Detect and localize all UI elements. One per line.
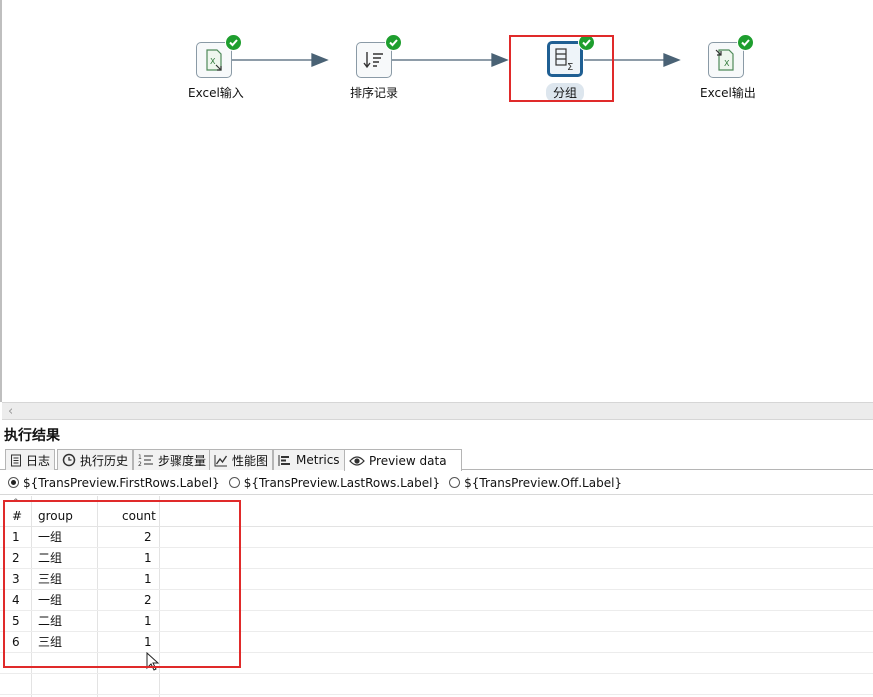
radio-label: ${TransPreview.Off.Label}	[464, 475, 623, 490]
tab-label: 执行历史	[80, 453, 129, 468]
radio-off[interactable]: ${TransPreview.Off.Label}	[449, 476, 622, 490]
radio-selected-indicator	[8, 477, 19, 488]
tab-label: Preview data	[369, 453, 447, 468]
radio-last-rows[interactable]: ${TransPreview.LastRows.Label}	[228, 475, 441, 490]
canvas-horizontal-scrollbar[interactable]: ‹	[2, 402, 873, 420]
step-ok-check-icon	[737, 34, 754, 51]
step-metrics-icon: 12	[138, 453, 154, 467]
log-icon	[10, 454, 22, 467]
tab-label: Metrics	[296, 453, 340, 467]
step-label-excel-input[interactable]: Excel输入	[188, 84, 244, 101]
grid-highlight-box	[3, 500, 241, 668]
hop-arrow-1	[311, 53, 329, 67]
svg-text:2: 2	[138, 461, 142, 467]
scroll-left-icon[interactable]: ‹	[8, 404, 13, 419]
hop-arrow-2	[491, 53, 509, 67]
metrics-icon	[278, 454, 292, 467]
preview-mode-options: ${TransPreview.FirstRows.Label} ${TransP…	[0, 471, 873, 495]
excel-input-icon: X	[206, 49, 222, 71]
step-ok-check-icon	[385, 34, 402, 51]
tab-label: 性能图	[232, 453, 269, 468]
excel-output-icon: X	[715, 49, 734, 71]
sort-rows-icon	[363, 52, 383, 69]
empty-row	[0, 674, 873, 695]
tab-preview-data[interactable]: Preview data	[344, 449, 462, 471]
radio-indicator	[449, 477, 461, 488]
svg-text:X: X	[724, 59, 730, 68]
step-label-excel-output[interactable]: Excel输出	[700, 84, 756, 101]
step-ok-check-icon	[225, 34, 242, 51]
tab-execution-history[interactable]: 执行历史	[57, 449, 134, 470]
eye-icon	[349, 455, 365, 467]
tab-label: 步骤度量	[158, 453, 207, 468]
step-label-sort-rows[interactable]: 排序记录	[350, 84, 398, 101]
history-icon	[62, 453, 76, 467]
tab-step-metrics[interactable]: 12 步骤度量	[133, 449, 212, 470]
tab-log[interactable]: 日志	[5, 449, 56, 470]
tab-metrics[interactable]: Metrics	[273, 449, 345, 470]
performance-chart-icon	[214, 454, 228, 467]
transformation-canvas[interactable]: X Excel输入 排序记录 Σ 分组 X Excel输出	[0, 0, 873, 402]
radio-first-rows[interactable]: ${TransPreview.FirstRows.Label}	[8, 476, 220, 490]
tab-performance-graph[interactable]: 性能图	[209, 449, 274, 470]
radio-label: ${TransPreview.FirstRows.Label}	[23, 475, 220, 490]
svg-text:X: X	[210, 57, 216, 66]
radio-indicator	[228, 477, 240, 488]
radio-label: ${TransPreview.LastRows.Label}	[243, 475, 441, 490]
results-panel-title: 执行结果	[4, 428, 60, 444]
step-highlight-box	[509, 35, 614, 102]
svg-text:1: 1	[138, 454, 142, 461]
tab-label: 日志	[26, 453, 51, 468]
results-tab-bar: 日志 执行历史 12 步骤度量 性能图 Metrics Preview data	[0, 448, 873, 471]
hop-arrow-3	[663, 53, 681, 67]
